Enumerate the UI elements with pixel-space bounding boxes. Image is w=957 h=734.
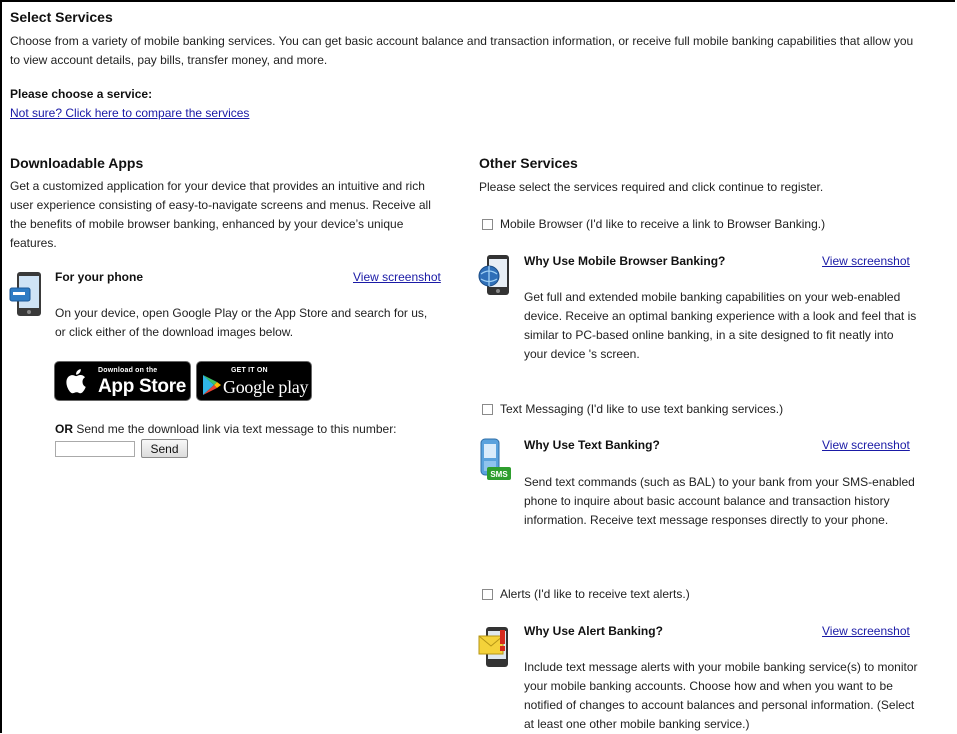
google-play-small-text: GET IT ON bbox=[231, 367, 268, 374]
sms-badge-text: SMS bbox=[490, 470, 508, 479]
why-alert-banking-title: Why Use Alert Banking? bbox=[524, 624, 663, 638]
alert-banking-view-screenshot-link[interactable]: View screenshot bbox=[822, 624, 910, 638]
alert-envelope-icon bbox=[478, 626, 514, 671]
choose-service-label: Please choose a service: bbox=[10, 87, 153, 101]
downloadable-apps-description: Get a customized application for your de… bbox=[10, 179, 431, 250]
phone-view-screenshot-link[interactable]: View screenshot bbox=[353, 270, 441, 284]
alerts-option[interactable]: Alerts (I'd like to receive text alerts.… bbox=[482, 587, 690, 601]
mobile-browser-description: Get full and extended mobile banking cap… bbox=[524, 290, 917, 361]
sms-phone-icon: SMS bbox=[478, 438, 514, 485]
app-store-small-text: Download on the bbox=[98, 367, 158, 374]
other-services-title: Other Services bbox=[479, 155, 578, 171]
alerts-checkbox[interactable] bbox=[482, 589, 493, 600]
text-banking-description: Send text commands (such as BAL) to your… bbox=[524, 475, 915, 527]
mobile-browser-icon bbox=[477, 254, 515, 299]
app-store-button[interactable]: Download on the App Store bbox=[54, 361, 191, 401]
phone-instructions: On your device, open Google Play or the … bbox=[55, 306, 428, 339]
google-play-big-text: Google play bbox=[223, 377, 309, 397]
sms-download-text: Send me the download link via text messa… bbox=[76, 422, 397, 436]
downloadable-apps-title: Downloadable Apps bbox=[10, 155, 144, 171]
app-store-big-text: App Store bbox=[98, 376, 187, 397]
or-label: OR bbox=[55, 422, 73, 436]
why-mobile-browser-title: Why Use Mobile Browser Banking? bbox=[524, 254, 726, 268]
mobile-browser-checkbox[interactable] bbox=[482, 219, 493, 230]
sms-download-prompt: OR Send me the download link via text me… bbox=[55, 422, 397, 436]
phone-number-input[interactable] bbox=[55, 441, 135, 457]
send-button[interactable]: Send bbox=[141, 439, 188, 458]
text-banking-view-screenshot-link[interactable]: View screenshot bbox=[822, 438, 910, 452]
page-title: Select Services bbox=[10, 9, 113, 25]
phone-app-icon bbox=[9, 271, 43, 320]
mobile-browser-label: Mobile Browser (I'd like to receive a li… bbox=[500, 217, 826, 231]
why-text-banking-title: Why Use Text Banking? bbox=[524, 438, 660, 452]
mobile-browser-option[interactable]: Mobile Browser (I'd like to receive a li… bbox=[482, 217, 825, 231]
mobile-browser-view-screenshot-link[interactable]: View screenshot bbox=[822, 254, 910, 268]
apple-icon bbox=[65, 368, 87, 397]
google-play-icon bbox=[202, 374, 222, 399]
google-play-button[interactable]: GET IT ON Google play bbox=[196, 361, 312, 401]
for-your-phone-title: For your phone bbox=[55, 270, 143, 284]
alert-banking-description: Include text message alerts with your mo… bbox=[524, 660, 918, 731]
compare-services-link[interactable]: Not sure? Click here to compare the serv… bbox=[10, 106, 249, 120]
other-services-instructions: Please select the services required and … bbox=[479, 180, 824, 194]
text-messaging-checkbox[interactable] bbox=[482, 404, 493, 415]
alerts-label: Alerts (I'd like to receive text alerts.… bbox=[500, 587, 690, 601]
text-messaging-label: Text Messaging (I'd like to use text ban… bbox=[500, 402, 784, 416]
intro-text: Choose from a variety of mobile banking … bbox=[10, 34, 914, 67]
text-messaging-option[interactable]: Text Messaging (I'd like to use text ban… bbox=[482, 402, 783, 416]
